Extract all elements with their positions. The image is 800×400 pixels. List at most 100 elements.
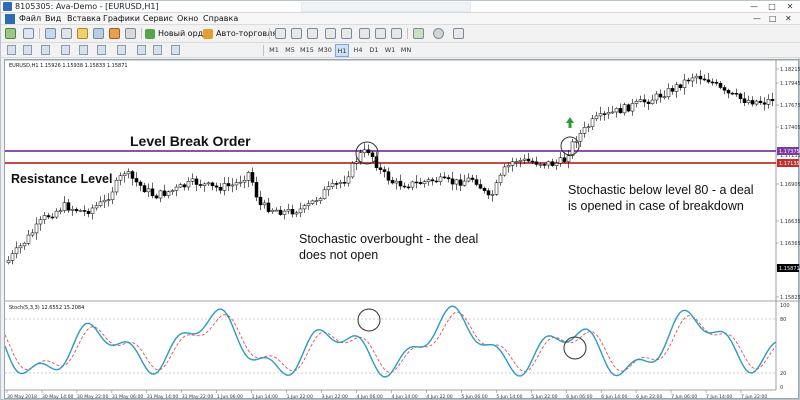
candle-body [214, 185, 219, 188]
candle-body [282, 210, 287, 215]
autoscroll-icon[interactable] [391, 28, 402, 39]
candle-body [346, 176, 351, 184]
candle-body [170, 190, 175, 193]
close-button[interactable]: ✕ [781, 1, 799, 13]
candle-body [594, 115, 599, 119]
fibonacci-icon[interactable] [117, 45, 126, 55]
candle-body [182, 184, 187, 188]
timeframe-h1[interactable]: H1 [335, 44, 349, 57]
profiles-icon[interactable] [23, 28, 34, 39]
time-tick-label: 30 May 2018 [7, 394, 37, 400]
options-icon[interactable] [125, 28, 136, 39]
time-tick-label: 4 Jun 06:00 [357, 394, 383, 400]
new-chart-icon[interactable] [5, 28, 16, 39]
candle-body [702, 78, 707, 81]
timeframe-m30[interactable]: M30 [317, 44, 333, 57]
candlesticks-icon[interactable] [291, 28, 302, 39]
zoom-out-icon[interactable] [341, 28, 352, 39]
crosshair-icon[interactable] [23, 45, 32, 55]
menu-view[interactable]: Вид [45, 13, 61, 25]
arrows-icon[interactable] [171, 45, 180, 55]
candle-body [158, 190, 163, 199]
menu-tools[interactable]: Сервис [143, 13, 173, 25]
data-window-icon[interactable] [61, 28, 72, 39]
menu-window[interactable]: Окно [177, 13, 198, 25]
time-tick-label: 4 Jun 22:00 [426, 394, 452, 400]
tile-windows-icon[interactable] [359, 28, 370, 39]
candle-body [382, 169, 387, 172]
drawing-toolbar: M1 M5 M15 M30 H1 H4 D1 W1 MN [1, 43, 800, 58]
candle-body [618, 108, 623, 114]
menu-insert[interactable]: Вставка [67, 13, 101, 25]
current-price-label: 1.15871 [779, 266, 800, 272]
candle-body [362, 149, 367, 153]
indicators-icon[interactable] [413, 28, 424, 39]
price-tick-label: 1.16365 [780, 241, 800, 247]
zoom-in-icon[interactable] [325, 28, 336, 39]
text-label-icon[interactable] [153, 45, 162, 55]
timeframe-w1[interactable]: W1 [383, 44, 397, 57]
timeframe-h4[interactable]: H4 [351, 44, 365, 57]
below80-note-line1: Stochastic below level 80 - a deal [568, 183, 754, 197]
timeframe-m1[interactable]: M1 [267, 44, 281, 57]
toolbar-separator [263, 45, 264, 56]
candle-body [254, 182, 259, 198]
time-tick-label: 30 May 14:00 [42, 394, 74, 400]
red-price-label: 1.17135 [779, 161, 800, 167]
candle-body [690, 77, 695, 82]
navigator-icon[interactable] [77, 28, 88, 39]
osc-tick-label: 100 [780, 303, 790, 309]
candle-body [610, 111, 615, 114]
text-icon[interactable] [137, 45, 146, 55]
minimize-button[interactable]: — [745, 1, 763, 13]
channel-icon[interactable] [97, 45, 106, 55]
osc-tick-label: 20 [780, 371, 786, 377]
chart-menu-icon[interactable] [5, 14, 15, 24]
candle-body [122, 173, 127, 176]
candle-body [142, 185, 147, 193]
candle-body [562, 157, 567, 162]
timeframe-mn[interactable]: MN [399, 44, 413, 57]
menu-help[interactable]: Справка [203, 13, 238, 25]
cursor-icon[interactable] [7, 45, 16, 55]
periods-icon[interactable] [433, 28, 444, 39]
autotrading-button[interactable]: Авто-торговля [203, 27, 277, 41]
timeframe-m15[interactable]: M15 [299, 44, 315, 57]
maximize-button[interactable]: □ [763, 1, 781, 13]
candle-body [722, 87, 727, 91]
price-tick-label: 1.17675 [780, 103, 800, 109]
child-restore-button[interactable]: □ [769, 13, 777, 25]
line-chart-icon[interactable] [307, 28, 318, 39]
strategy-tester-icon[interactable] [109, 28, 120, 39]
menu-charts[interactable]: Графики [103, 13, 140, 25]
candle-body [86, 211, 91, 214]
terminal-icon[interactable] [93, 28, 104, 39]
candle-body [70, 208, 75, 211]
level-break-order-text: Level Break Order [130, 133, 251, 149]
timeframe-m5[interactable]: M5 [283, 44, 297, 57]
candle-body [762, 102, 767, 105]
candle-body [622, 104, 627, 114]
vertical-line-icon[interactable] [41, 45, 50, 55]
child-minimize-button[interactable]: — [753, 13, 761, 25]
price-chart[interactable]: EURUSD,H1 1.15926 1.15938 1.15833 1.1587… [5, 60, 800, 400]
candle-body [66, 202, 71, 211]
horizontal-line-icon[interactable] [61, 45, 70, 55]
menu-file[interactable]: Файл [19, 13, 41, 25]
resistance-level-text: Resistance Level [11, 172, 112, 186]
candle-body [314, 200, 319, 202]
time-axis: 30 May 2018 30 May 14:00 30 May 22:00 31 Ma… [6, 390, 767, 400]
timeframe-d1[interactable]: D1 [367, 44, 381, 57]
trendline-icon[interactable] [79, 45, 88, 55]
bar-chart-icon[interactable] [275, 28, 286, 39]
price-tick-label: 1.16905 [780, 182, 800, 188]
market-watch-icon[interactable] [45, 28, 56, 39]
chart-window-eurusd-h1[interactable]: EURUSD,H1 1.15926 1.15938 1.15833 1.1587… [4, 59, 800, 400]
chart-shift-icon[interactable] [375, 28, 386, 39]
candle-body [202, 183, 207, 186]
candle-body [478, 184, 483, 189]
child-close-button[interactable]: ✕ [785, 13, 792, 25]
templates-icon[interactable] [453, 28, 464, 39]
candle-body [426, 179, 431, 182]
candle-body [718, 83, 723, 88]
